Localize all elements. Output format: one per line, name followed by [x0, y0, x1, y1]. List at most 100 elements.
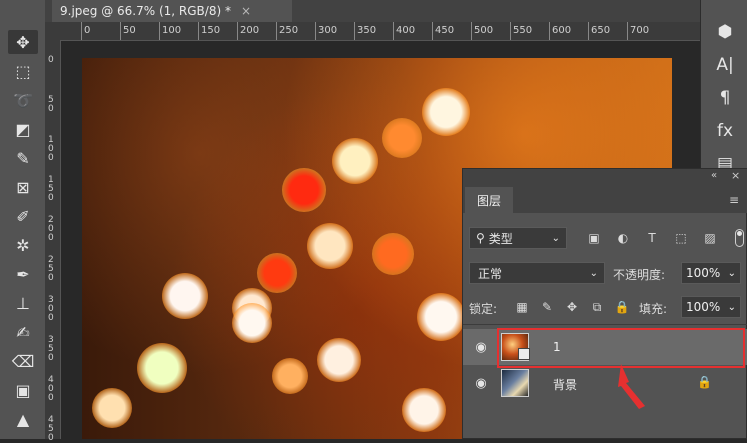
panel-tab-row: 图层 ≡ — [463, 185, 747, 213]
ruler-tick-label: 300 — [48, 295, 54, 323]
chevron-down-icon: ⌄ — [589, 267, 598, 279]
lock-all-icon[interactable]: 🔒 — [613, 298, 631, 316]
fill-label: 填充: — [639, 302, 668, 316]
ruler-tick-label: 300 — [318, 25, 338, 36]
filter-shape-icon[interactable]: ⬚ — [672, 229, 690, 247]
blend-mode-value: 正常 — [478, 266, 503, 281]
ruler-tick-label: 700 — [630, 25, 650, 36]
bokeh-light — [422, 88, 470, 136]
ruler-tick — [627, 22, 628, 40]
ruler-tick — [354, 22, 355, 40]
lock-transparent-icon[interactable]: ▦ — [513, 298, 531, 316]
chevron-down-icon: ⌄ — [727, 301, 736, 313]
chevron-down-icon: ⌄ — [727, 267, 736, 279]
tools-panel: ✥ ⬚ ➰ ◩ ✎ ⊠ ✐ ✲ ✒ ⊥ ✍ ⌫ ▣ ▲ — [0, 0, 46, 439]
bokeh-light — [162, 273, 208, 319]
lock-row: 锁定: 填充: 100% ⌄ ▦ ✎ ✥ ⧉ 🔒 — [463, 296, 747, 320]
bokeh-light — [307, 223, 353, 269]
quick-select-tool-icon[interactable]: ◩ — [8, 117, 38, 141]
filter-smart-object-icon[interactable]: ▨ — [701, 229, 719, 247]
filter-kind-select[interactable]: ⚲ 类型 ⌄ — [469, 227, 567, 249]
ruler-tick-label: 50 — [123, 25, 136, 36]
lock-position-icon[interactable]: ✥ — [563, 298, 581, 316]
ruler-tick — [81, 22, 82, 40]
ruler-tick — [237, 22, 238, 40]
move-tool-icon[interactable]: ✥ — [8, 30, 38, 54]
frame-tool-icon[interactable]: ⊠ — [8, 175, 38, 199]
chevron-down-icon: ⌄ — [551, 232, 560, 244]
blur-tool-icon[interactable]: ▲ — [8, 407, 38, 431]
filter-type-icon[interactable]: T — [643, 229, 661, 247]
collapse-panel-icon[interactable]: « — [711, 170, 717, 181]
gradient-tool-icon[interactable]: ▣ — [8, 378, 38, 402]
marquee-tool-icon[interactable]: ⬚ — [8, 59, 38, 83]
bokeh-light — [92, 388, 132, 428]
bokeh-light — [137, 343, 187, 393]
layers-panel: « × 图层 ≡ ⚲ 类型 ⌄ ▣ ◐ T ⬚ ▨ 正常 ⌄ 不透明度: 100% ⌄ … — [462, 168, 747, 439]
panel-menu-icon[interactable]: ≡ — [729, 193, 739, 207]
blend-mode-select[interactable]: 正常 ⌄ — [469, 262, 605, 284]
eye-icon[interactable]: ◉ — [473, 339, 489, 355]
ruler-tick-label: 250 — [48, 255, 54, 283]
panel-divider — [463, 324, 747, 325]
bokeh-light — [272, 358, 308, 394]
bokeh-light — [257, 253, 297, 293]
filter-pixel-icon[interactable]: ▣ — [585, 229, 603, 247]
stamp-tool-icon[interactable]: ⊥ — [8, 291, 38, 315]
lock-icon: 🔒 — [697, 375, 712, 389]
slice-tool-icon[interactable]: ✎ — [8, 146, 38, 170]
opacity-value: 100% — [686, 266, 721, 280]
eraser-tool-icon[interactable]: ⌫ — [8, 349, 38, 373]
ruler-tick-label: 150 — [201, 25, 221, 36]
close-tab-icon[interactable]: × — [241, 4, 251, 18]
ruler-tick — [549, 22, 550, 40]
document-tab[interactable]: 9.jpeg @ 66.7% (1, RGB/8) * × — [52, 0, 292, 22]
ruler-tick — [588, 22, 589, 40]
lock-pixels-icon[interactable]: ✎ — [538, 298, 556, 316]
ruler-tick-label: 150 — [48, 175, 54, 203]
opacity-field[interactable]: 100% ⌄ — [681, 262, 741, 284]
filter-adjustment-icon[interactable]: ◐ — [614, 229, 632, 247]
horizontal-ruler[interactable]: 0 50 100 150 200 250 300 350 400 450 500 550 600 650 7… — [60, 22, 700, 41]
layer-row-background[interactable]: ◉ 背景 🔒 — [463, 365, 747, 401]
close-panel-icon[interactable]: × — [731, 169, 740, 182]
ruler-tick-label: 500 — [474, 25, 494, 36]
filter-toggle[interactable] — [735, 229, 744, 247]
vertical-ruler[interactable]: 0 50 100 150 200 250 300 350 400 450 — [45, 40, 61, 443]
eyedropper-tool-icon[interactable]: ✐ — [8, 204, 38, 228]
tab-layers[interactable]: 图层 — [465, 187, 513, 213]
ruler-tick — [471, 22, 472, 40]
layer-thumbnail — [501, 369, 529, 397]
fill-value: 100% — [686, 300, 721, 314]
healing-tool-icon[interactable]: ✲ — [8, 233, 38, 257]
ruler-tick-label: 450 — [435, 25, 455, 36]
document-tab-title: 9.jpeg @ 66.7% (1, RGB/8) * — [60, 4, 231, 18]
history-brush-tool-icon[interactable]: ✍ — [8, 320, 38, 344]
eye-icon[interactable]: ◉ — [473, 375, 489, 391]
panel-header: « × — [463, 169, 747, 185]
bokeh-light — [332, 138, 378, 184]
ruler-tick — [315, 22, 316, 40]
ruler-tick — [432, 22, 433, 40]
bokeh-light — [382, 118, 422, 158]
ruler-tick-label: 650 — [591, 25, 611, 36]
blend-row: 正常 ⌄ 不透明度: 100% ⌄ — [463, 262, 747, 288]
ruler-tick — [393, 22, 394, 40]
bokeh-light — [372, 233, 414, 275]
brush-tool-icon[interactable]: ✒ — [8, 262, 38, 286]
paragraph-icon[interactable]: ¶ — [713, 88, 737, 110]
search-icon: ⚲ — [476, 231, 485, 245]
ruler-tick-label: 200 — [48, 215, 54, 243]
character-icon[interactable]: A| — [713, 55, 737, 77]
ruler-corner — [45, 22, 60, 40]
styles-fx-icon[interactable]: fx — [713, 121, 737, 143]
fill-field[interactable]: 100% ⌄ — [681, 296, 741, 318]
annotation-arrow-icon — [618, 364, 645, 409]
bokeh-light — [402, 388, 446, 432]
lasso-tool-icon[interactable]: ➰ — [8, 88, 38, 112]
ruler-tick-label: 100 — [48, 135, 54, 163]
bokeh-light — [282, 168, 326, 212]
3d-icon[interactable]: ⬢ — [713, 22, 737, 44]
ruler-tick-label: 100 — [162, 25, 182, 36]
lock-artboard-icon[interactable]: ⧉ — [588, 298, 606, 316]
